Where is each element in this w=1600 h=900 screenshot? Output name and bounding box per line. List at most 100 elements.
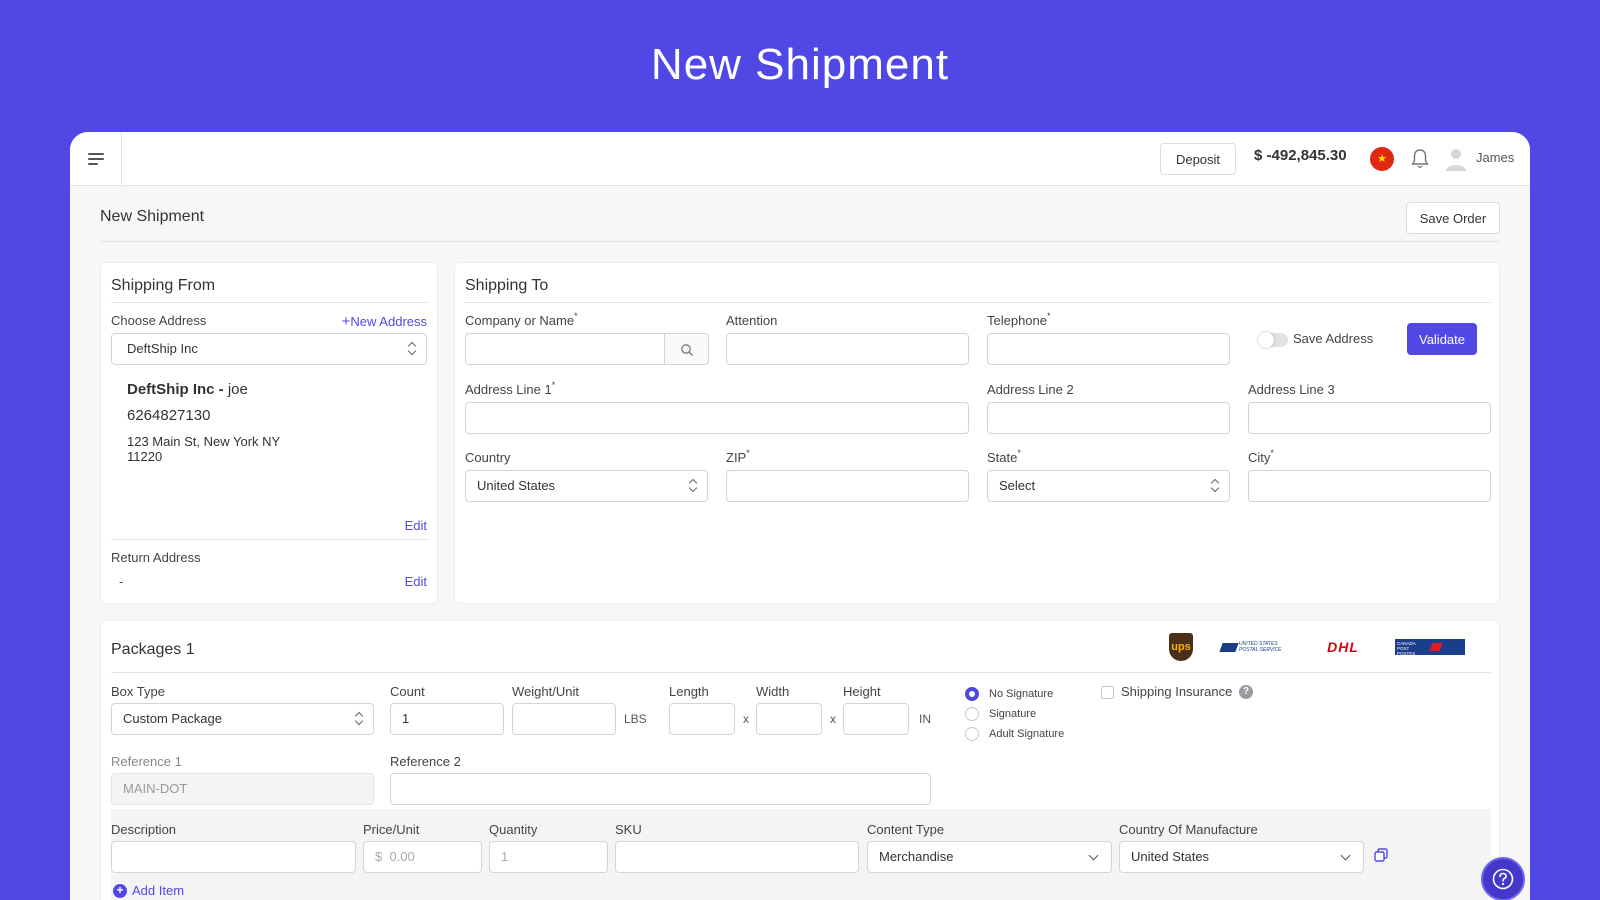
- attention-label: Attention: [726, 313, 778, 328]
- dimension-unit: IN: [919, 712, 931, 726]
- copy-icon[interactable]: [1374, 848, 1388, 862]
- address-line-1-label: Address Line 1*: [465, 380, 556, 397]
- zip-input[interactable]: [726, 470, 969, 502]
- adult-signature-label: Adult Signature: [989, 728, 1065, 740]
- china-flag-icon[interactable]: ★: [1370, 147, 1394, 171]
- count-input[interactable]: 1: [390, 703, 504, 735]
- dhl-logo: DHL: [1327, 639, 1359, 655]
- content-type-select[interactable]: Merchandise: [867, 841, 1112, 873]
- sku-input[interactable]: [615, 841, 859, 873]
- select-caret-icon: [355, 712, 363, 726]
- adult-signature-radio[interactable]: [965, 727, 979, 741]
- new-address-link[interactable]: +New Address: [342, 313, 427, 330]
- select-caret-icon: [1211, 479, 1219, 493]
- shipping-to-card: Shipping To Company or Name* Attention T…: [454, 262, 1500, 604]
- menu-button[interactable]: [70, 132, 122, 186]
- width-label: Width: [756, 684, 790, 699]
- question-circle-icon: [1492, 868, 1514, 890]
- shipping-to-title: Shipping To: [465, 277, 549, 294]
- quantity-label: Quantity: [489, 822, 538, 837]
- account-balance: $ -492,845.30: [1254, 147, 1347, 164]
- reference-2-label: Reference 2: [390, 754, 461, 769]
- telephone-input[interactable]: [987, 333, 1230, 365]
- box-type-label: Box Type: [111, 684, 165, 699]
- city-input[interactable]: [1248, 470, 1491, 502]
- choose-address-label: Choose Address: [111, 313, 207, 328]
- zip-label: ZIP*: [726, 448, 750, 465]
- add-item-icon[interactable]: +: [113, 884, 127, 898]
- page-title: New Shipment: [100, 208, 205, 225]
- country-of-manufacture-select[interactable]: United States: [1119, 841, 1364, 873]
- width-input[interactable]: [756, 703, 822, 735]
- city-label: City*: [1248, 448, 1274, 465]
- save-address-toggle[interactable]: [1258, 332, 1288, 348]
- signature-label: Signature: [989, 708, 1037, 720]
- canada-post-logo: CANADA POST POSTES CANADA: [1395, 639, 1465, 655]
- choose-address-select[interactable]: DeftShip Inc: [111, 333, 427, 365]
- address-line-2-input[interactable]: [987, 402, 1230, 434]
- times-sign-1: x: [743, 712, 749, 726]
- price-label: Price/Unit: [363, 822, 420, 837]
- country-select[interactable]: United States: [465, 470, 708, 502]
- address-line-1-input[interactable]: [465, 402, 969, 434]
- save-address-label: Save Address: [1293, 331, 1374, 346]
- no-signature-radio[interactable]: [965, 687, 979, 701]
- no-signature-label: No Signature: [989, 688, 1054, 700]
- help-chat-button[interactable]: [1481, 857, 1525, 900]
- select-caret-icon: [689, 479, 697, 493]
- signature-radio[interactable]: [965, 707, 979, 721]
- company-search-button[interactable]: [665, 333, 709, 365]
- edit-return-address-link[interactable]: Edit: [405, 574, 427, 589]
- price-input[interactable]: $ 0.00: [363, 841, 482, 873]
- save-order-button[interactable]: Save Order: [1406, 202, 1500, 234]
- quantity-input[interactable]: 1: [489, 841, 608, 873]
- search-icon: [681, 344, 693, 356]
- deposit-button[interactable]: Deposit: [1160, 143, 1236, 175]
- content-type-label: Content Type: [867, 822, 945, 837]
- username[interactable]: James: [1476, 150, 1514, 165]
- telephone-label: Telephone*: [987, 311, 1051, 328]
- ups-logo: ups: [1169, 633, 1193, 661]
- length-input[interactable]: [669, 703, 735, 735]
- country-label: Country: [465, 450, 511, 465]
- country-of-manufacture-label: Country Of Manufacture: [1119, 822, 1258, 837]
- select-caret-icon: [408, 342, 416, 356]
- state-label: State*: [987, 448, 1021, 465]
- sku-label: SKU: [615, 822, 642, 837]
- page-header: New Shipment Save Order: [100, 186, 1500, 242]
- reference-1-label: Reference 1: [111, 754, 182, 769]
- attention-input[interactable]: [726, 333, 969, 365]
- company-name-input[interactable]: [465, 333, 665, 365]
- address-line-3-label: Address Line 3: [1248, 382, 1335, 397]
- weight-input[interactable]: [512, 703, 616, 735]
- chevron-down-icon: [1088, 850, 1099, 861]
- weight-label: Weight/Unit: [512, 684, 579, 699]
- times-sign-2: x: [830, 712, 836, 726]
- bell-icon[interactable]: [1410, 148, 1430, 170]
- box-type-select[interactable]: Custom Package: [111, 703, 374, 735]
- user-avatar-icon[interactable]: [1444, 146, 1468, 172]
- count-label: Count: [390, 684, 425, 699]
- height-input[interactable]: [843, 703, 909, 735]
- shipping-insurance-label: Shipping Insurance: [1121, 684, 1233, 699]
- add-item-link[interactable]: Add Item: [132, 883, 184, 898]
- return-address-label: Return Address: [111, 550, 201, 565]
- validate-button[interactable]: Validate: [1407, 323, 1477, 355]
- description-input[interactable]: [111, 841, 356, 873]
- state-select[interactable]: Select: [987, 470, 1230, 502]
- address-line-2-label: Address Line 2: [987, 382, 1074, 397]
- edit-from-address-link[interactable]: Edit: [405, 518, 427, 533]
- usps-logo: UNITED STATES POSTAL SERVICE: [1219, 641, 1291, 655]
- reference-2-input[interactable]: [390, 773, 931, 805]
- packages-title: Packages 1: [111, 641, 195, 658]
- address-line-3-input[interactable]: [1248, 402, 1491, 434]
- shipping-insurance-checkbox[interactable]: [1101, 686, 1114, 699]
- description-label: Description: [111, 822, 177, 837]
- question-help-icon[interactable]: ?: [1239, 685, 1253, 699]
- shipping-from-card: Shipping From Choose Address +New Addres…: [100, 262, 438, 604]
- return-address-value: -: [119, 574, 124, 589]
- packages-card: Packages 1 ups UNITED STATES POSTAL SERV…: [100, 620, 1500, 900]
- from-address-phone: 6264827130: [127, 407, 211, 424]
- chevron-down-icon: [1340, 850, 1351, 861]
- hero-title: New Shipment: [650, 40, 950, 89]
